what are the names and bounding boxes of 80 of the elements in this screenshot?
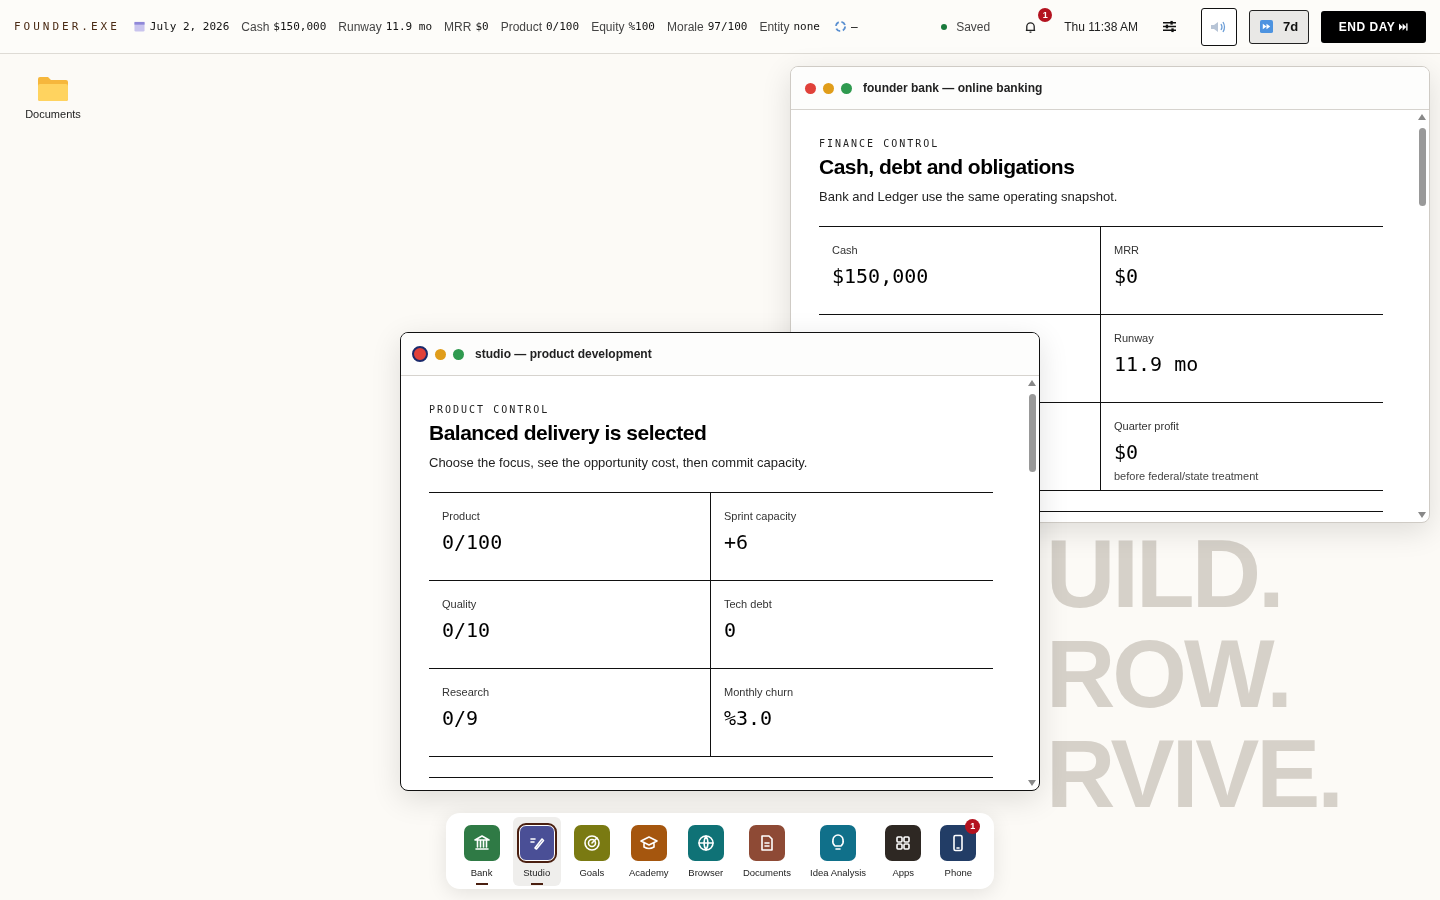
metric-value: 11.9 mo (1114, 352, 1200, 376)
notification-badge: 1 (1038, 7, 1053, 22)
end-day-button[interactable]: END DAY (1321, 10, 1426, 43)
metric-value: 0/9 (442, 706, 480, 730)
settings-icon[interactable] (1162, 20, 1177, 33)
dock-item[interactable]: Idea Analysis (804, 816, 873, 886)
game-date: July 2, 2026 (149, 20, 230, 33)
stat-value: 0/100 (546, 20, 580, 33)
bank-icon (471, 832, 492, 853)
stat-value: %100 (628, 20, 655, 33)
speed-button[interactable]: 7d (1249, 9, 1309, 44)
metric-label: Tech debt (724, 598, 773, 610)
minimize-button[interactable] (435, 348, 446, 360)
stat-label: Entity (759, 19, 790, 34)
stat-value: none (793, 20, 820, 33)
browser-icon (695, 832, 716, 853)
close-button[interactable] (412, 346, 428, 362)
sync-status: – (850, 19, 858, 34)
stat-label: MRR (444, 19, 472, 34)
stat-label: Product (500, 19, 542, 34)
dock-item[interactable]: Studio (512, 816, 561, 886)
fast-forward-icon (1259, 20, 1273, 33)
dock-item[interactable]: Documents (736, 816, 797, 886)
metric-label: Quarter profit (1114, 420, 1180, 432)
metric-value: %3.0 (724, 706, 774, 730)
app-logo: FOUNDER.EXE (14, 20, 120, 33)
section-description: Bank and Ledger use the same operating snapshot. (819, 189, 1119, 204)
save-status: Saved (956, 19, 991, 34)
bell-icon (1024, 21, 1038, 34)
stat-label: Morale (667, 19, 704, 34)
maximize-button[interactable] (453, 348, 464, 360)
metric-value: $150,000 (832, 264, 930, 288)
metric-value: $0 (1114, 440, 1140, 464)
metric-label: Quality (442, 598, 478, 610)
stat-value: $0 (475, 20, 489, 33)
dock-item[interactable]: Academy (623, 816, 675, 886)
metric-value: 0/100 (442, 530, 504, 554)
stat-value: $150,000 (273, 20, 327, 33)
dock-item[interactable]: 1 Phone (934, 816, 983, 886)
section-label: PRODUCT CONTROL (429, 404, 551, 415)
section-description: Choose the focus, see the opportunity cost, then commit capacity. (429, 455, 809, 470)
status-dot (941, 23, 948, 30)
section-heading: Cash, debt and obligations (819, 155, 1076, 179)
dock-item[interactable]: Browser (681, 816, 730, 886)
metric-label: Monthly churn (724, 686, 795, 698)
skip-icon (1399, 22, 1409, 31)
stat-label: Equity (591, 19, 625, 34)
calendar-icon (133, 21, 145, 32)
metric-label: Research (442, 686, 491, 698)
metric-note: before federal/state treatment (1114, 470, 1260, 482)
stat-label: Runway (338, 19, 382, 34)
dock-item[interactable]: Goals (567, 816, 616, 886)
stat-value: 97/100 (707, 20, 748, 33)
metric-value: 0/10 (442, 618, 492, 642)
goals-icon (581, 832, 602, 853)
sync-icon (833, 20, 847, 33)
stat-label: Cash (241, 19, 270, 34)
maximize-button[interactable] (841, 82, 852, 94)
metric-value: 0 (724, 618, 738, 642)
minimize-button[interactable] (823, 82, 834, 94)
clock: Thu 11:38 AM (1064, 19, 1138, 34)
section-label: FINANCE CONTROL (819, 138, 941, 149)
folder-label[interactable]: Documents (25, 108, 81, 120)
metric-label: Product (442, 510, 481, 522)
metric-label: Runway (1114, 332, 1155, 344)
window-title: studio — product development (475, 347, 652, 361)
notification-badge: 1 (965, 818, 981, 834)
stat-value: 11.9 mo (385, 20, 433, 33)
speaker-icon (1210, 19, 1228, 34)
metric-value: $0 (1114, 264, 1140, 288)
metric-label: Cash (832, 244, 859, 256)
dock-item[interactable]: Apps (879, 816, 928, 886)
metric-value: +6 (724, 530, 750, 554)
metric-label: Sprint capacity (724, 510, 798, 522)
dock-item[interactable]: Bank (457, 816, 506, 886)
section-heading: Balanced delivery is selected (429, 421, 708, 445)
notifications-button[interactable]: 1 (1024, 7, 1053, 36)
metric-label: MRR (1114, 244, 1141, 256)
sound-button[interactable] (1201, 7, 1237, 46)
window-title: founder bank — online banking (863, 81, 1043, 95)
